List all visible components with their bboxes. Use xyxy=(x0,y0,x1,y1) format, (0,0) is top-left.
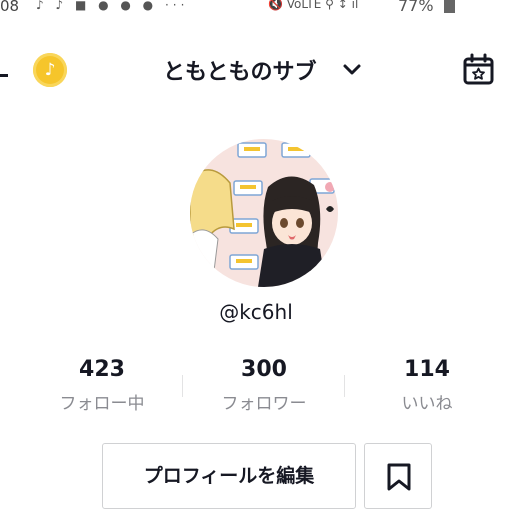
profile-handle: @kc6hl xyxy=(219,300,293,324)
chevron-down-icon[interactable] xyxy=(342,60,362,80)
battery-icon xyxy=(444,0,455,13)
avatar-image xyxy=(190,139,338,287)
battery-percent: 77% xyxy=(398,0,434,15)
tiktok-coin-icon[interactable]: ♪ xyxy=(33,53,67,87)
bookmark-button[interactable] xyxy=(364,443,432,509)
avatar[interactable] xyxy=(190,139,338,287)
followers-label: フォロワー xyxy=(221,394,307,414)
account-switcher-title[interactable]: ともとものサブ xyxy=(163,54,317,86)
bookmark-icon xyxy=(387,463,411,491)
stat-divider xyxy=(182,375,183,397)
back-edge-mark[interactable] xyxy=(0,74,8,77)
system-status-icons: 🔇 VoLTE ⚲ ↕ ıl xyxy=(268,0,359,11)
stat-divider xyxy=(344,375,345,397)
likes-stat[interactable]: 114 いいね xyxy=(357,355,497,414)
following-count: 423 xyxy=(79,357,125,382)
followers-stat[interactable]: 300 フォロワー xyxy=(194,355,334,414)
followers-count: 300 xyxy=(241,357,287,382)
following-label: フォロー中 xyxy=(59,394,145,414)
notification-icons: ♪ ♪ ■ ● ● ● ··· xyxy=(36,0,189,12)
music-note-icon: ♪ xyxy=(44,60,56,80)
calendar-star-icon[interactable] xyxy=(462,53,495,86)
status-time: 08 xyxy=(0,0,20,15)
likes-count: 114 xyxy=(404,357,450,382)
following-stat[interactable]: 423 フォロー中 xyxy=(32,355,172,414)
edit-profile-button[interactable]: プロフィールを編集 xyxy=(102,443,356,509)
likes-label: いいね xyxy=(401,394,453,414)
status-bar: 08 ♪ ♪ ■ ● ● ● ··· 🔇 VoLTE ⚲ ↕ ıl 77% xyxy=(0,0,512,16)
